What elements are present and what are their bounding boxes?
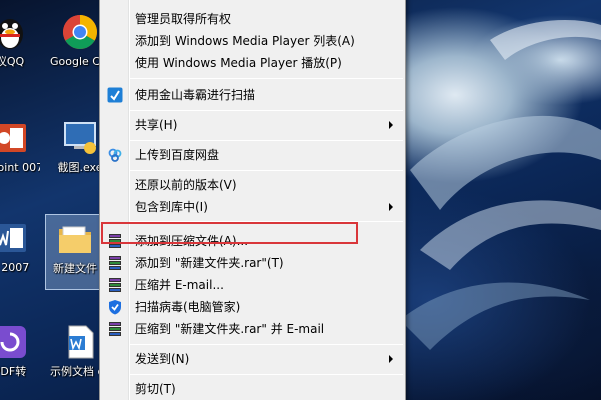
menu-item-label: 压缩并 E-mail... (135, 278, 224, 292)
kingsoft-antivirus-icon (107, 87, 123, 103)
menu-item-scan-virus-pc-manager[interactable]: 扫描病毒(电脑管家) (102, 296, 403, 318)
context-menu: 管理员取得所有权 添加到 Windows Media Player 列表(A) … (99, 0, 406, 400)
menu-item-label: 使用金山毒霸进行扫描 (135, 88, 256, 102)
menu-item-label: 上传到百度网盘 (135, 148, 220, 162)
menu-item-include-in-library[interactable]: 包含到库中(I) (102, 196, 403, 218)
baidu-netdisk-icon (107, 147, 123, 163)
submenu-arrow-icon (389, 355, 393, 363)
menu-item-label: 使用 Windows Media Player 播放(P) (135, 56, 342, 70)
menu-item-label: 扫描病毒(电脑管家) (135, 300, 241, 314)
menu-item-label: 管理员取得所有权 (135, 12, 232, 26)
desktop-icon-label: d 2007 (0, 261, 30, 274)
menu-item-play-with-wmp[interactable]: 使用 Windows Media Player 播放(P) (102, 52, 403, 74)
menu-separator (130, 78, 403, 79)
menu-item-add-to-archive[interactable]: 添加到压缩文件(A)... (102, 230, 403, 252)
qq-penguin-icon (0, 12, 30, 52)
menu-item-compress-named-and-email[interactable]: 压缩到 "新建文件夹.rar" 并 E-mail (102, 318, 403, 340)
winrar-icon (107, 255, 123, 271)
desktop-icon-label: 新建文件 (53, 262, 97, 275)
menu-separator (130, 344, 403, 345)
menu-separator (130, 221, 403, 222)
menu-item-label: 剪切(T) (135, 382, 176, 396)
menu-item-label: 添加到压缩文件(A)... (135, 234, 249, 248)
tencent-pc-manager-icon (107, 299, 123, 315)
screenshot-exe-icon (60, 118, 100, 158)
submenu-arrow-icon (389, 121, 393, 129)
docx-icon (60, 322, 100, 362)
menu-item-add-to-wmp-list[interactable]: 添加到 Windows Media Player 列表(A) (102, 30, 403, 52)
menu-separator (130, 110, 403, 111)
menu-item-take-ownership[interactable]: 管理员取得所有权 (102, 8, 403, 30)
winrar-icon (107, 321, 123, 337)
menu-item-label: 添加到 "新建文件夹.rar"(T) (135, 256, 284, 270)
pdf-converter-icon (0, 322, 30, 362)
menu-item-partial-top[interactable] (102, 0, 403, 3)
menu-separator (130, 170, 403, 171)
menu-item-kingsoft-scan[interactable]: 使用金山毒霸进行扫描 (102, 84, 403, 106)
desktop-icon-label: 议QQ (0, 55, 25, 68)
menu-item-share[interactable]: 共享(H) (102, 114, 403, 136)
folder-icon (55, 219, 95, 259)
menu-item-compress-and-email[interactable]: 压缩并 E-mail... (102, 274, 403, 296)
menu-separator (130, 140, 403, 141)
menu-item-label: 包含到库中(I) (135, 200, 208, 214)
desktop-icon-label: erPoint 007 (0, 161, 40, 174)
menu-item-label: 压缩到 "新建文件夹.rar" 并 E-mail (135, 322, 325, 336)
desktop-icon-pdf-converter[interactable]: PDF转 (0, 322, 40, 379)
wallpaper-swirl (400, 20, 601, 350)
menu-item-cut[interactable]: 剪切(T) (102, 378, 403, 400)
desktop-icon-qq[interactable]: 议QQ (0, 12, 40, 69)
winrar-icon (107, 233, 123, 249)
menu-item-send-to[interactable]: 发送到(N) (102, 348, 403, 370)
desktop-icon-word[interactable]: d 2007 (0, 218, 40, 275)
desktop-icon-label: PDF转 (0, 365, 27, 378)
menu-item-label: 发送到(N) (135, 352, 190, 366)
submenu-arrow-icon (389, 203, 393, 211)
desktop-icon-powerpoint[interactable]: erPoint 007 (0, 118, 40, 175)
menu-item-upload-baidu[interactable]: 上传到百度网盘 (102, 144, 403, 166)
menu-item-add-to-named-rar[interactable]: 添加到 "新建文件夹.rar"(T) (102, 252, 403, 274)
chrome-icon (60, 12, 100, 52)
menu-separator (130, 374, 403, 375)
menu-item-restore-previous[interactable]: 还原以前的版本(V) (102, 174, 403, 196)
menu-item-label: 添加到 Windows Media Player 列表(A) (135, 34, 355, 48)
winrar-icon (107, 277, 123, 293)
menu-item-label: 共享(H) (135, 118, 178, 132)
word-icon (0, 218, 30, 258)
powerpoint-icon (0, 118, 30, 158)
desktop-icon-new-folder[interactable]: 新建文件 (45, 214, 105, 290)
menu-item-label: 还原以前的版本(V) (135, 178, 237, 192)
